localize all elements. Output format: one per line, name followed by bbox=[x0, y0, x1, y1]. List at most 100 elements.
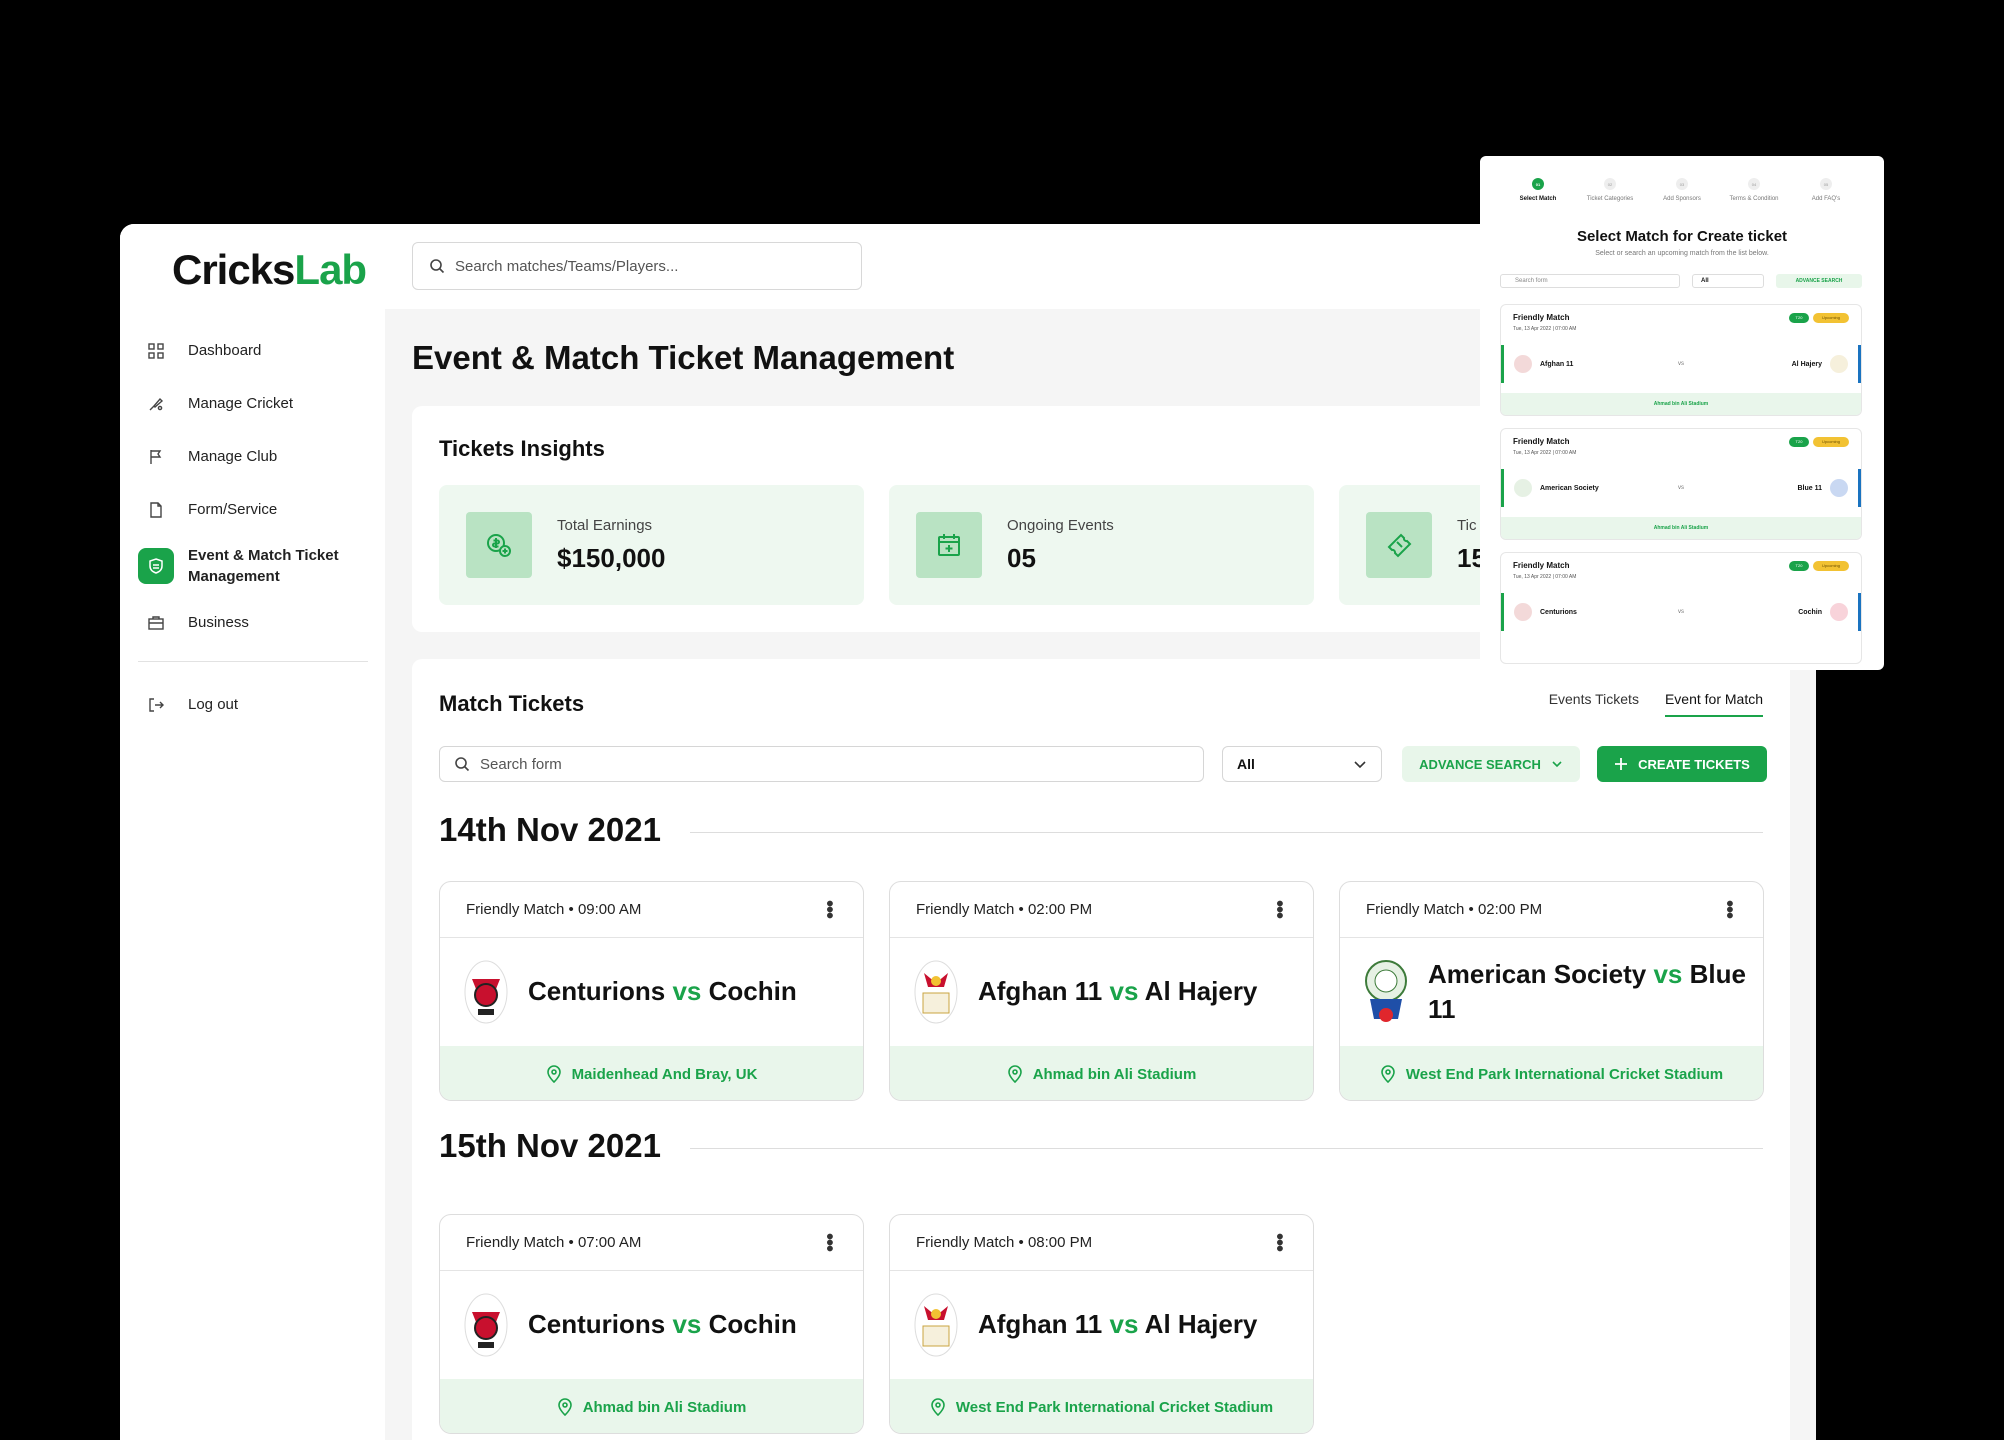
brand-name-part1: Cricks bbox=[172, 246, 295, 293]
create-ticket-popup: 01 Select Match 02 Ticket Categories 03 Add… bbox=[1480, 156, 1884, 670]
american-society-crest-icon bbox=[1365, 960, 1407, 1022]
date-heading: 15th Nov 2021 bbox=[439, 1127, 661, 1164]
more-options-icon[interactable]: ••• bbox=[818, 900, 840, 918]
team-logo bbox=[1514, 355, 1532, 373]
team-logo bbox=[1829, 603, 1848, 621]
vs-label: vs bbox=[1677, 485, 1684, 491]
popup-advance-search-button[interactable]: ADVANCE SEARCH bbox=[1776, 274, 1862, 288]
sidebar-item-ticket-management[interactable]: Event & Match Ticket Management bbox=[138, 536, 368, 596]
popup-filter-select[interactable]: All bbox=[1692, 274, 1764, 288]
brand-name-part2: Lab bbox=[294, 246, 367, 293]
venue: West End Park International Cricket Stad… bbox=[1340, 1046, 1763, 1100]
stat-value: 05 bbox=[1007, 543, 1036, 573]
ticket-card[interactable]: Friendly Match • 07:00 AM ••• Centurions … bbox=[439, 1214, 864, 1434]
card-header: Friendly Match • 07:00 AM bbox=[466, 1234, 642, 1251]
tickets-filter-select[interactable]: All bbox=[1222, 746, 1382, 782]
tickets-search-input[interactable]: Search form bbox=[439, 746, 1204, 782]
advance-search-button[interactable]: ADVANCE SEARCH bbox=[1402, 746, 1580, 782]
match-venue: Ahmad bin Ali Stadium bbox=[1501, 393, 1861, 415]
vs-label: vs bbox=[672, 1309, 702, 1340]
location-pin-icon bbox=[546, 1065, 561, 1083]
popup-match-card[interactable]: Friendly Match Tue, 13 Apr 2022 | 07:00 … bbox=[1500, 552, 1862, 664]
step-number: 01 bbox=[1532, 178, 1544, 190]
step-label: Terms & Condition bbox=[1729, 196, 1779, 202]
more-options-icon[interactable]: ••• bbox=[1268, 900, 1290, 918]
brand-logo[interactable]: Cricks Lab bbox=[172, 246, 367, 294]
global-search-placeholder: Search matches/Teams/Players... bbox=[455, 257, 679, 275]
ticket-tabs: Events Tickets Event for Match bbox=[1549, 691, 1763, 717]
vs-label: vs bbox=[1677, 609, 1684, 615]
location-pin-icon bbox=[557, 1398, 572, 1416]
ticket-card[interactable]: Friendly Match • 02:00 PM ••• American So… bbox=[1339, 881, 1764, 1101]
sidebar-item-manage-cricket[interactable]: Manage Cricket bbox=[138, 377, 368, 430]
dollar-coin-icon bbox=[466, 512, 532, 578]
team2-name: Cochin bbox=[1798, 608, 1822, 616]
sidebar-item-form-service[interactable]: Form/Service bbox=[138, 483, 368, 536]
centurions-crest-icon bbox=[464, 960, 508, 1024]
sidebar-item-business[interactable]: Business bbox=[138, 596, 368, 649]
sidebar-item-label: Manage Cricket bbox=[188, 395, 294, 412]
ticket-card[interactable]: Friendly Match • 09:00 AM ••• Centurions … bbox=[439, 881, 864, 1101]
venue-name: West End Park International Cricket Stad… bbox=[955, 1398, 1274, 1416]
sidebar-item-label: Business bbox=[188, 614, 249, 631]
ticket-card[interactable]: Friendly Match • 02:00 PM ••• Afghan 11 v… bbox=[889, 881, 1314, 1101]
match-type: Friendly Match bbox=[1513, 313, 1570, 322]
step-ticket-categories[interactable]: 02 Ticket Categories bbox=[1577, 178, 1643, 202]
team1-name: Afghan 11 bbox=[978, 976, 1103, 1007]
sidebar-item-label: Dashboard bbox=[188, 342, 262, 359]
sidebar-nav: Dashboard Manage Cricket Manage Club For… bbox=[138, 324, 368, 731]
sidebar-item-logout[interactable]: Log out bbox=[138, 678, 368, 731]
tab-event-for-match[interactable]: Event for Match bbox=[1664, 691, 1763, 717]
bat-icon bbox=[138, 386, 174, 422]
venue-name: Ahmad bin Ali Stadium bbox=[1032, 1065, 1197, 1083]
step-select-match[interactable]: 01 Select Match bbox=[1505, 178, 1571, 202]
afghan-crest-icon bbox=[914, 1293, 958, 1357]
popup-match-card[interactable]: Friendly Match Tue, 13 Apr 2022 | 07:00 … bbox=[1500, 304, 1862, 416]
tab-events-tickets[interactable]: Events Tickets bbox=[1549, 691, 1639, 717]
step-label: Add Sponsors bbox=[1663, 196, 1701, 202]
team-logo bbox=[1829, 355, 1848, 373]
sidebar-item-manage-club[interactable]: Manage Club bbox=[138, 430, 368, 483]
filter-value: All bbox=[1237, 756, 1255, 772]
team-logo bbox=[1514, 603, 1532, 621]
match-date: Tue, 13 Apr 2022 | 07:00 AM bbox=[1513, 574, 1577, 580]
step-number: 02 bbox=[1604, 178, 1616, 190]
advance-search-label: ADVANCE SEARCH bbox=[1419, 756, 1541, 772]
sidebar-item-label: Manage Club bbox=[188, 448, 278, 465]
stepper: 01 Select Match 02 Ticket Categories 03 Add… bbox=[1480, 178, 1884, 202]
create-tickets-button[interactable]: CREATE TICKETS bbox=[1597, 746, 1767, 782]
step-label: Ticket Categories bbox=[1586, 196, 1634, 202]
team1-name: Centurions bbox=[528, 1309, 666, 1340]
venue: Ahmad bin Ali Stadium bbox=[890, 1046, 1313, 1100]
more-options-icon[interactable]: ••• bbox=[1268, 1233, 1290, 1251]
team2-name: Cochin bbox=[708, 976, 797, 1007]
vs-label: vs bbox=[1653, 958, 1683, 989]
more-options-icon[interactable]: ••• bbox=[1718, 900, 1740, 918]
venue: Maidenhead And Bray, UK bbox=[440, 1046, 863, 1100]
tickets-search-placeholder: Search form bbox=[480, 755, 562, 773]
ticket-card[interactable]: Friendly Match • 08:00 PM ••• Afghan 11 v… bbox=[889, 1214, 1314, 1434]
venue-name: Maidenhead And Bray, UK bbox=[571, 1065, 758, 1083]
popup-search-input[interactable]: Search form bbox=[1500, 274, 1680, 288]
chevron-down-icon bbox=[1354, 761, 1366, 769]
stat-label: Tic bbox=[1457, 517, 1477, 534]
step-add-sponsors[interactable]: 03 Add Sponsors bbox=[1649, 178, 1715, 202]
card-header: Friendly Match • 02:00 PM bbox=[916, 901, 1093, 918]
team1-name: Afghan 11 bbox=[978, 1309, 1103, 1340]
stat-total-earnings: Total Earnings $150,000 bbox=[439, 485, 864, 605]
sidebar-item-label: Form/Service bbox=[188, 501, 278, 518]
step-number: 03 bbox=[1676, 178, 1688, 190]
sidebar-item-dashboard[interactable]: Dashboard bbox=[138, 324, 368, 377]
team-logo bbox=[1829, 479, 1848, 497]
ticket-icon bbox=[1366, 512, 1432, 578]
more-options-icon[interactable]: ••• bbox=[818, 1233, 840, 1251]
match-date: Tue, 13 Apr 2022 | 07:00 AM bbox=[1513, 450, 1577, 456]
search-icon bbox=[455, 757, 470, 772]
popup-match-card[interactable]: Friendly Match Tue, 13 Apr 2022 | 07:00 … bbox=[1500, 428, 1862, 540]
centurions-crest-icon bbox=[464, 1293, 508, 1357]
venue: Ahmad bin Ali Stadium bbox=[440, 1379, 863, 1433]
step-terms[interactable]: 04 Terms & Condition bbox=[1721, 178, 1787, 202]
stat-value: $150,000 bbox=[557, 543, 666, 573]
step-faqs[interactable]: 05 Add FAQ's bbox=[1793, 178, 1859, 202]
global-search-input[interactable]: Search matches/Teams/Players... bbox=[412, 242, 862, 290]
